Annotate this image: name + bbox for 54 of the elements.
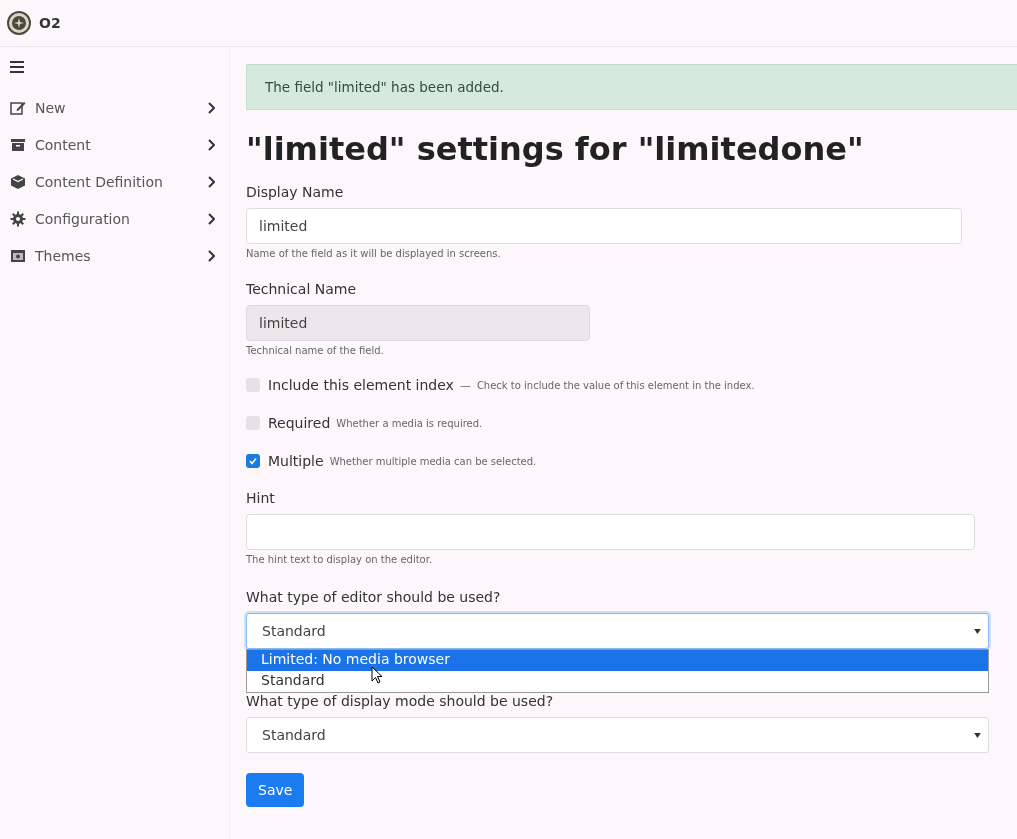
sidebar-label: Content: [35, 136, 92, 153]
checkbox[interactable]: [246, 454, 260, 468]
display-name-field[interactable]: limited: [246, 208, 962, 244]
chevron-right-icon: [207, 249, 215, 262]
hint-field[interactable]: [246, 514, 975, 550]
help-text: Whether multiple media can be selected.: [329, 455, 537, 467]
checkbox-label: Include this element index: [268, 377, 454, 393]
cube-icon: [10, 173, 26, 190]
chevron-right-icon: [207, 138, 215, 151]
check-icon: [248, 456, 258, 466]
sidebar-item[interactable]: Themes: [10, 237, 229, 274]
help-text: Name of the field as it will be displayed in screens.: [246, 248, 502, 259]
archive-icon: [10, 136, 26, 153]
help-text: Technical name of the field.: [246, 345, 385, 356]
logo-icon: [7, 11, 31, 35]
save-button[interactable]: Save: [246, 773, 305, 807]
menu-icon[interactable]: [10, 61, 24, 73]
editor-select[interactable]: Standard: [246, 613, 989, 649]
cursor-icon: [371, 666, 383, 684]
checkbox-label: Required: [268, 415, 331, 431]
checkbox[interactable]: [246, 378, 260, 392]
sidebar-item[interactable]: Content: [10, 126, 229, 163]
success-alert: The field "limited" has been added.: [246, 64, 1017, 110]
sidebar-label: New: [35, 99, 67, 116]
help-text: Check to include the value of this element in the index.: [476, 379, 755, 391]
dropdown-option[interactable]: Standard: [247, 671, 988, 692]
chevron-right-icon: [207, 101, 215, 114]
chevron-right-icon: [207, 212, 215, 225]
caret-icon: [974, 732, 981, 738]
field-label: What type of editor should be used?: [246, 589, 502, 605]
field-label: Hint: [246, 490, 276, 506]
sidebar-item[interactable]: New: [10, 89, 229, 126]
field-label: What type of display mode should be used?: [246, 693, 555, 709]
field-label: Technical Name: [246, 281, 358, 297]
sidebar-item[interactable]: Content Definition: [10, 163, 229, 200]
chevron-right-icon: [207, 175, 215, 188]
help-text: Whether a media is required.: [336, 417, 483, 429]
help-text: The hint text to display on the editor.: [246, 554, 434, 565]
caret-icon: [974, 628, 981, 634]
dropdown-option[interactable]: Limited: No media browser: [247, 650, 988, 671]
field-label: Display Name: [246, 184, 345, 200]
edit-icon: [10, 99, 26, 116]
separator-dash: —: [459, 378, 471, 392]
sidebar-label: Content Definition: [35, 173, 164, 190]
sidebar-label: Themes: [35, 247, 92, 264]
checkbox[interactable]: [246, 416, 260, 430]
sidebar-item[interactable]: Configuration: [10, 200, 229, 237]
image-icon: [10, 247, 26, 264]
sidebar-label: Configuration: [35, 210, 131, 227]
brand-name[interactable]: O2: [39, 15, 61, 31]
display-mode-select[interactable]: Standard: [246, 717, 989, 753]
settings-icon: [10, 210, 26, 227]
checkbox-label: Multiple: [268, 453, 324, 469]
page-heading: "limited" settings for "limitedone": [246, 130, 865, 168]
